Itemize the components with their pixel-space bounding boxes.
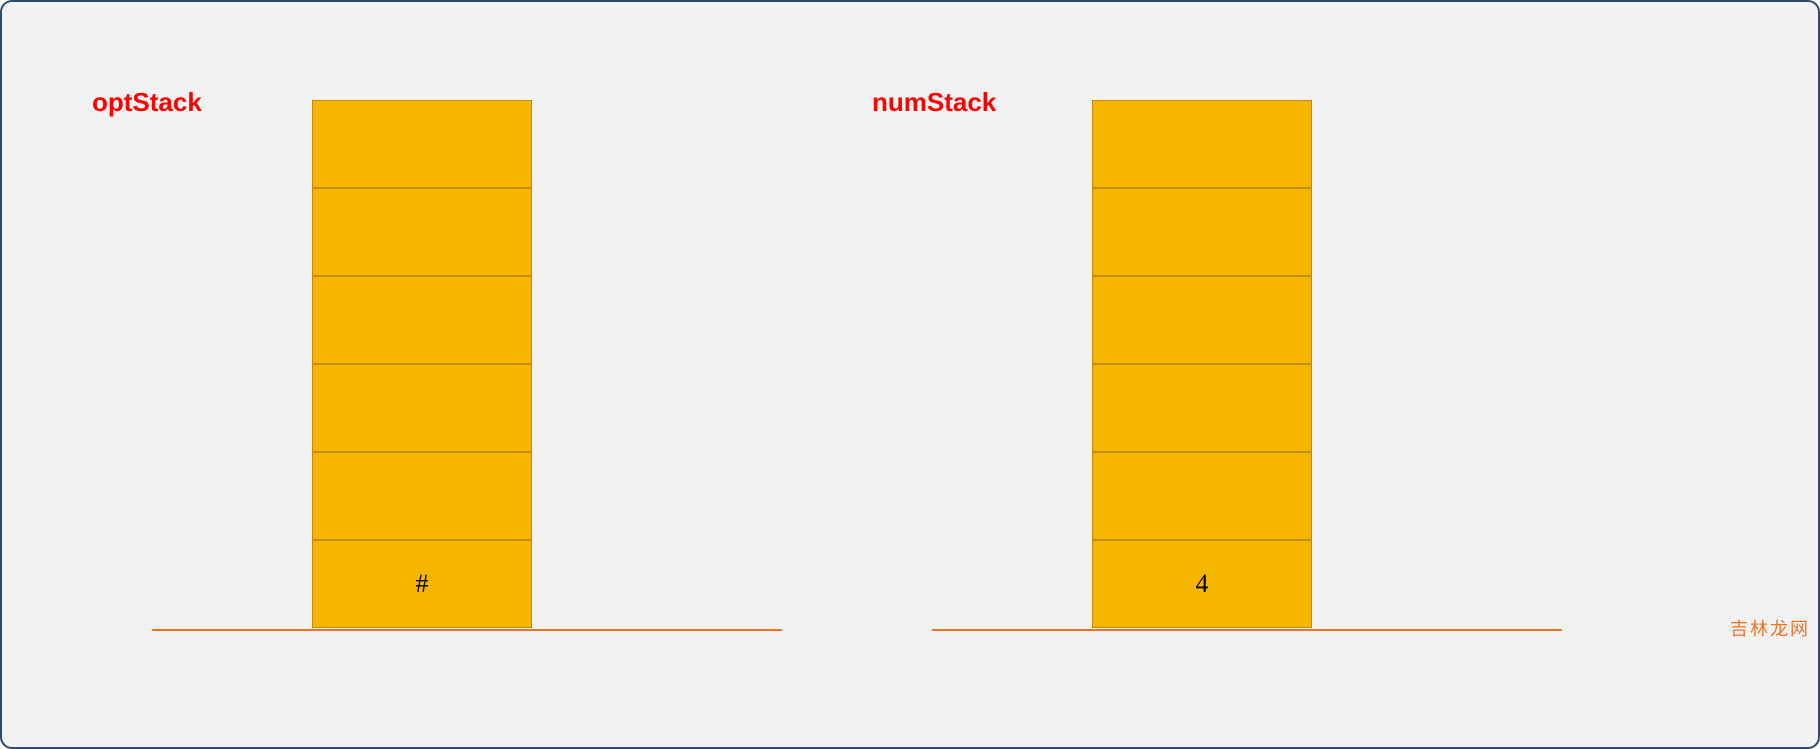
opt-stack: # [312,100,532,628]
opt-stack-cell [312,100,532,188]
num-stack-cell [1092,364,1312,452]
opt-stack-cell: # [312,540,532,628]
num-stack-cell [1092,452,1312,540]
num-stack-label: numStack [872,87,996,118]
opt-stack-cell [312,452,532,540]
num-stack-cell [1092,188,1312,276]
num-stack: 4 [1092,100,1312,628]
opt-stack-cell [312,276,532,364]
watermark-text: 吉林龙网 [1730,615,1810,641]
num-stack-baseline [932,629,1562,631]
diagram-frame: optStack # numStack 4 吉林龙网 [0,0,1820,749]
num-stack-cell [1092,276,1312,364]
num-stack-cell: 4 [1092,540,1312,628]
opt-stack-cell [312,364,532,452]
opt-stack-label: optStack [92,87,202,118]
opt-stack-baseline [152,629,782,631]
num-stack-cell [1092,100,1312,188]
opt-stack-cell [312,188,532,276]
